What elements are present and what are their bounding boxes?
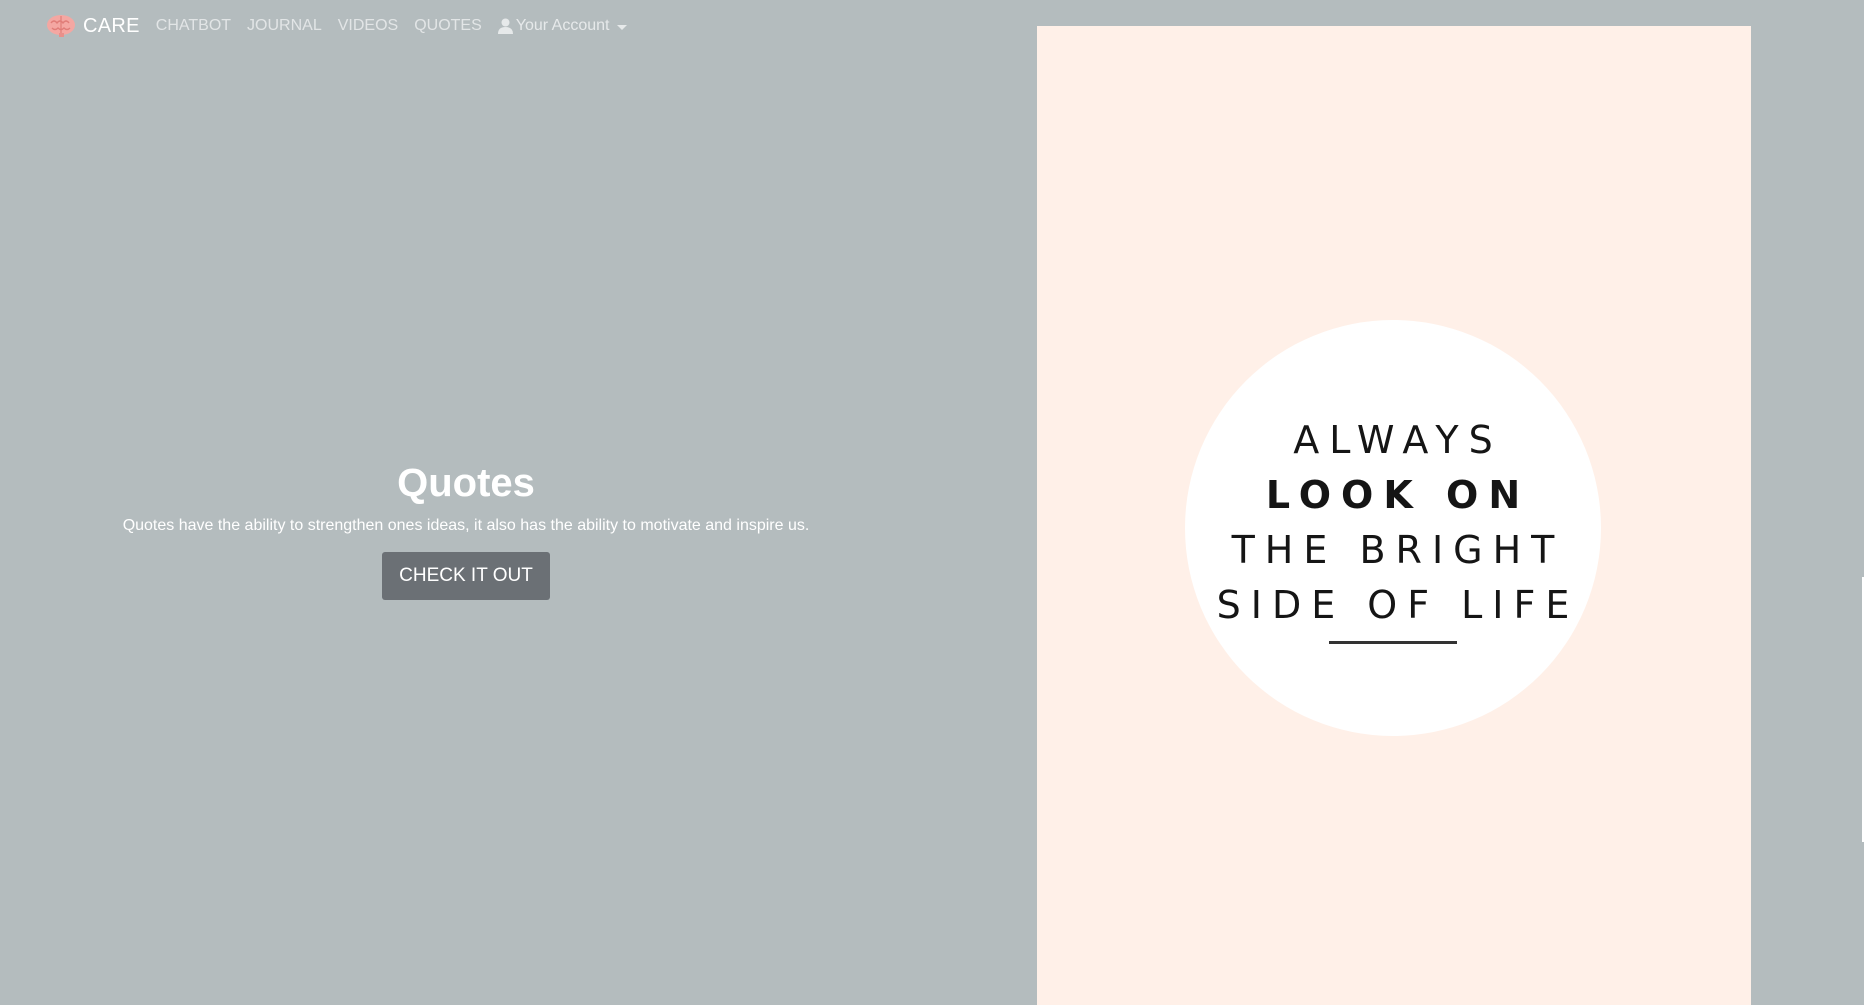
quote-line-4: SIDE OF LIFE (1216, 582, 1580, 627)
user-icon (497, 18, 513, 34)
check-it-out-button[interactable]: CHECK IT OUT (382, 552, 550, 600)
brain-icon (47, 15, 75, 37)
hero-title: Quotes (397, 461, 535, 505)
quote-line-1: ALWAYS (1293, 417, 1503, 462)
nav-link-journal[interactable]: JOURNAL (247, 17, 322, 35)
quote-line-2: LOOK ON (1265, 472, 1531, 517)
quote-circle: ALWAYS LOOK ON THE BRIGHT SIDE OF LIFE (1185, 320, 1601, 736)
page: CARE CHATBOT JOURNAL VIDEOS QUOTES Your … (0, 0, 1864, 1005)
quote-image: ALWAYS LOOK ON THE BRIGHT SIDE OF LIFE (1037, 26, 1751, 1005)
quote-line-3: THE BRIGHT (1231, 527, 1565, 572)
caret-down-icon (617, 24, 628, 30)
nav-link-quotes[interactable]: QUOTES (414, 17, 482, 35)
account-dropdown[interactable]: Your Account (497, 17, 628, 35)
top-navbar: CARE CHATBOT JOURNAL VIDEOS QUOTES Your … (46, 10, 628, 42)
quote-underline (1329, 640, 1457, 644)
brand-name: CARE (83, 14, 140, 37)
account-label: Your Account (515, 17, 610, 34)
nav-link-videos[interactable]: VIDEOS (338, 17, 398, 35)
hero-section: Quotes Quotes have the ability to streng… (0, 458, 932, 600)
hero-description: Quotes have the ability to strengthen on… (122, 517, 810, 534)
nav-link-chatbot[interactable]: CHATBOT (156, 17, 231, 35)
brand-link[interactable]: CARE (46, 14, 140, 38)
